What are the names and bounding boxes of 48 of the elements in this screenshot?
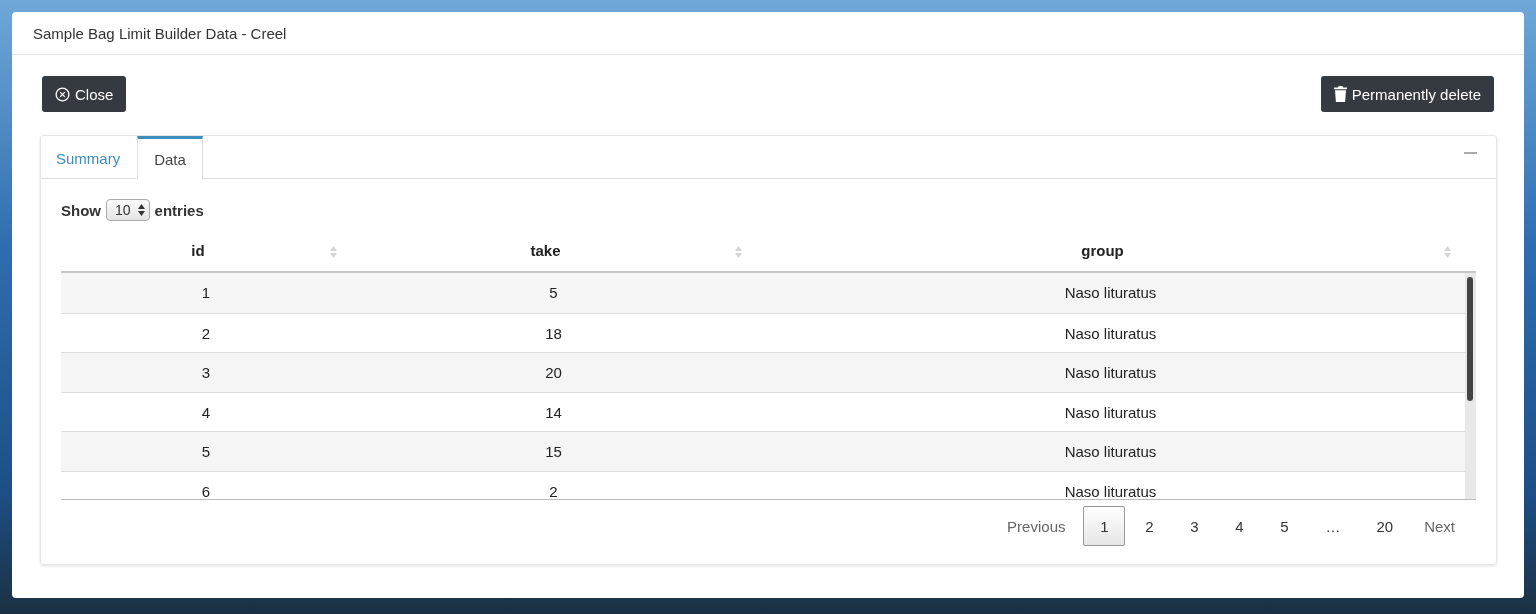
table-cell-text: 2 (200, 323, 212, 344)
delete-button[interactable]: Permanently delete (1320, 76, 1494, 112)
table-cell-text: 2 (548, 481, 559, 499)
sort-icon (330, 246, 337, 258)
scrollbar[interactable] (1465, 273, 1476, 499)
table-cell-text: 14 (544, 402, 563, 423)
close-button[interactable]: Close (42, 76, 127, 112)
table-cell-text: 4 (200, 402, 212, 423)
column-header[interactable]: group (756, 231, 1465, 271)
page-button[interactable]: 2 (1128, 506, 1171, 546)
table-cell-text: 5 (548, 283, 559, 303)
spinner-arrows-icon (137, 204, 145, 216)
table-cell-text: Naso lituratus (1063, 481, 1158, 499)
table-cell-text: 18 (544, 323, 563, 344)
column-header[interactable]: id (61, 231, 351, 271)
entries-label: entries (154, 201, 204, 219)
column-title: group (1081, 242, 1124, 259)
tab[interactable]: Data (137, 136, 203, 179)
entries-select[interactable]: 10 (106, 199, 150, 221)
window-title: Sample Bag Limit Builder Data - Creel (33, 24, 287, 42)
tab[interactable]: Summary (41, 136, 138, 178)
page-button[interactable]: 20 (1363, 506, 1407, 546)
sort-icon (735, 246, 742, 258)
table-cell-text: 20 (544, 363, 563, 383)
column-title: take (530, 242, 561, 259)
show-label: Show (61, 201, 101, 219)
page-button[interactable]: 4 (1218, 506, 1261, 546)
trash-icon (1333, 86, 1347, 102)
table-cell-text: 5 (200, 442, 212, 462)
page-button[interactable]: 3 (1173, 506, 1216, 546)
table-cell-text: Naso lituratus (1063, 323, 1158, 344)
column-header[interactable]: take (351, 231, 756, 271)
table-cell-text: Naso lituratus (1063, 283, 1158, 303)
column-title: id (191, 242, 205, 259)
table-cell-text: Naso lituratus (1063, 442, 1158, 462)
pagination-ellipsis: … (1324, 517, 1342, 535)
table-cell-text: 1 (200, 283, 212, 303)
table-cell-text: 15 (544, 442, 563, 462)
page-button[interactable]: 1 (1083, 506, 1126, 546)
page-button[interactable]: 5 (1263, 506, 1306, 546)
table-cell-text: 3 (200, 363, 212, 383)
next-button[interactable]: Next (1409, 506, 1470, 546)
sort-icon (1444, 246, 1451, 258)
previous-button[interactable]: Previous (992, 506, 1081, 546)
table-cell-text: Naso lituratus (1063, 402, 1158, 423)
table-cell-text: Naso lituratus (1063, 363, 1158, 383)
close-circle-icon (55, 86, 70, 102)
table-cell-text: 6 (200, 481, 212, 499)
